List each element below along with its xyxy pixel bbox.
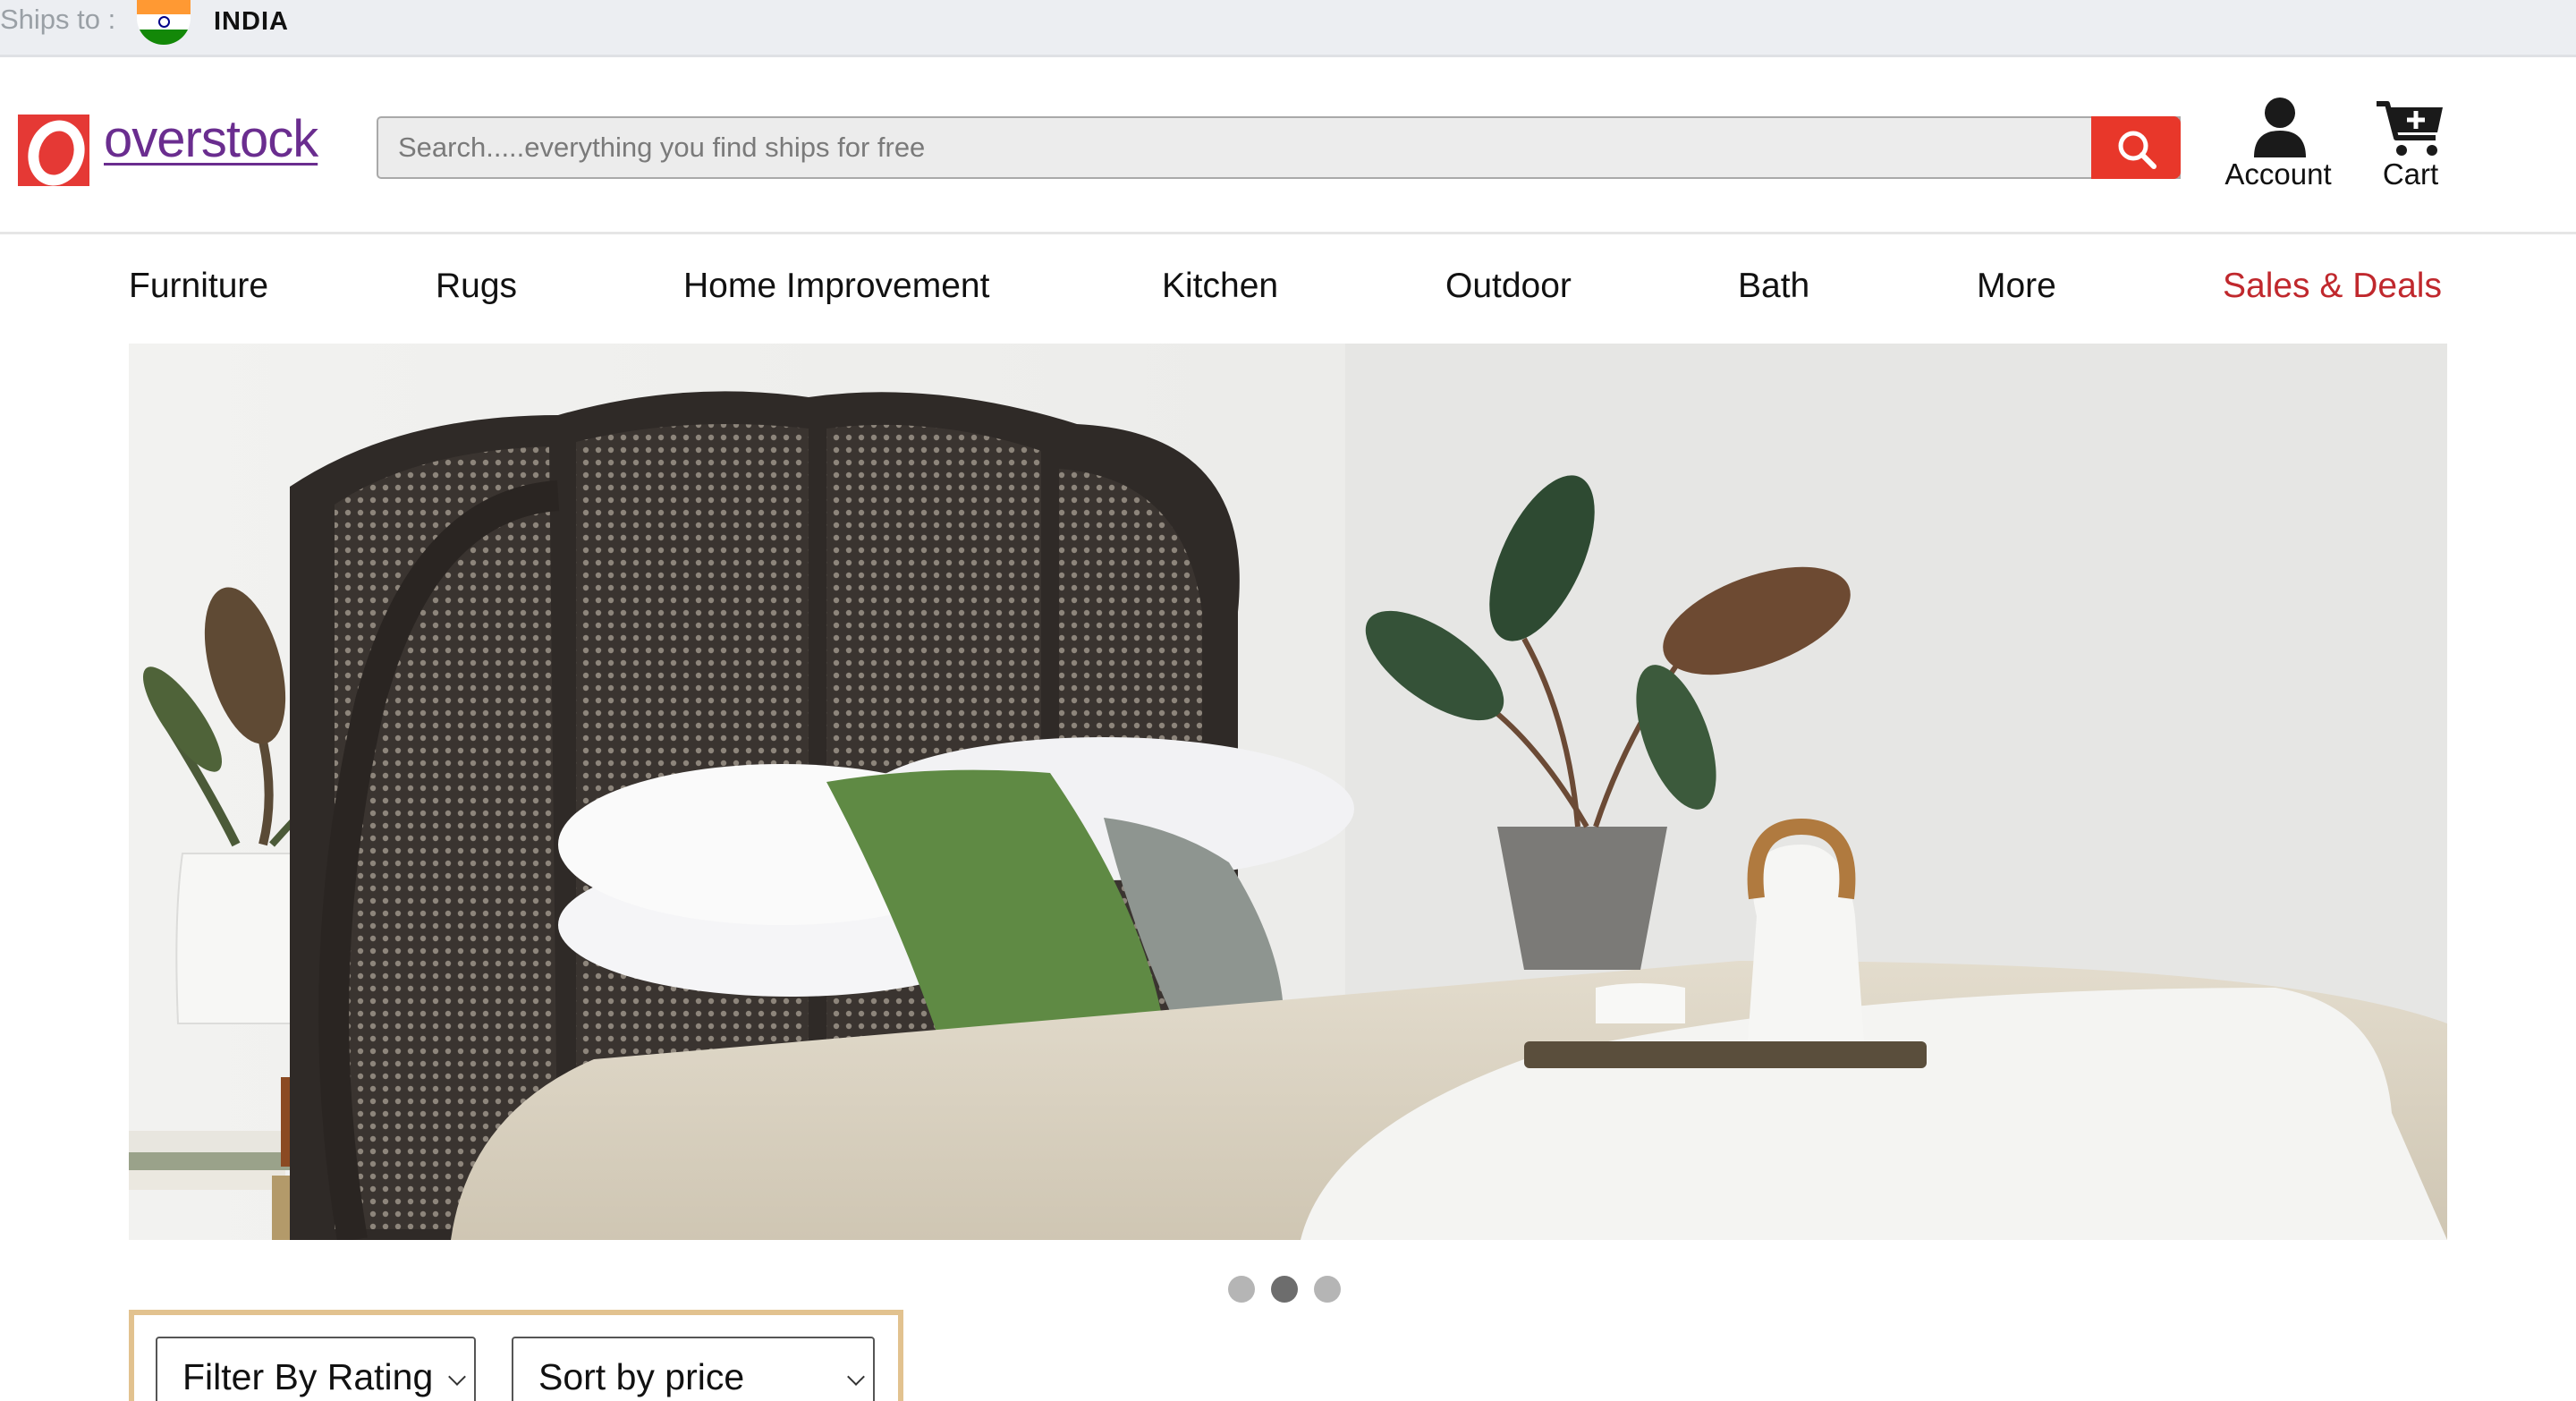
carousel-dot-3[interactable] — [1314, 1276, 1341, 1303]
nav-item-home-improvement[interactable]: Home Improvement — [683, 267, 989, 306]
ships-to-bar: Ships to : INDIA — [0, 0, 2576, 57]
nav-item-bath[interactable]: Bath — [1738, 267, 1809, 306]
overstock-logo-icon[interactable] — [18, 115, 89, 186]
search-icon — [2118, 131, 2157, 169]
user-icon — [2254, 98, 2306, 157]
cart-label: Cart — [2382, 157, 2439, 191]
nav-item-furniture[interactable]: Furniture — [129, 267, 268, 306]
chevron-down-icon — [847, 1368, 865, 1386]
cart-button[interactable]: Cart — [2361, 93, 2460, 191]
cart-icon — [2377, 101, 2443, 156]
search-input[interactable] — [378, 118, 2179, 177]
account-label: Account — [2224, 157, 2332, 191]
search-bar — [377, 116, 2181, 179]
ships-to-country[interactable]: INDIA — [214, 7, 289, 37]
nav-item-outdoor[interactable]: Outdoor — [1445, 267, 1572, 306]
nav-item-sales-deals[interactable]: Sales & Deals — [2223, 267, 2442, 306]
sort-by-price-select[interactable]: Sort by price — [512, 1337, 875, 1401]
bedroom-scene-image — [129, 344, 2447, 1240]
filter-by-rating-label: Filter By Rating — [182, 1356, 434, 1397]
account-button[interactable]: Account — [2218, 93, 2338, 191]
carousel-dot-1[interactable] — [1228, 1276, 1255, 1303]
filter-by-rating-select[interactable]: Filter By Rating — [156, 1337, 476, 1401]
nav-item-rugs[interactable]: Rugs — [436, 267, 517, 306]
carousel-dots — [1228, 1276, 1344, 1303]
logo-link[interactable]: overstock — [104, 109, 318, 169]
category-nav: Furniture Rugs Home Improvement Kitchen … — [0, 236, 2576, 344]
sort-by-price-label: Sort by price — [538, 1356, 745, 1397]
nav-item-kitchen[interactable]: Kitchen — [1162, 267, 1278, 306]
ships-to-label: Ships to : — [0, 4, 116, 35]
search-button[interactable] — [2091, 116, 2181, 179]
nav-item-more[interactable]: More — [1977, 267, 2056, 306]
hero-banner-image[interactable] — [129, 344, 2447, 1240]
filter-panel: Filter By Rating Sort by price — [129, 1310, 903, 1401]
carousel-dot-2[interactable] — [1271, 1276, 1298, 1303]
site-header: overstock Account — [0, 57, 2576, 234]
page: Ships to : INDIA overstock Acc — [0, 0, 2576, 1401]
chevron-down-icon — [448, 1368, 466, 1386]
india-flag-icon[interactable] — [137, 0, 191, 45]
